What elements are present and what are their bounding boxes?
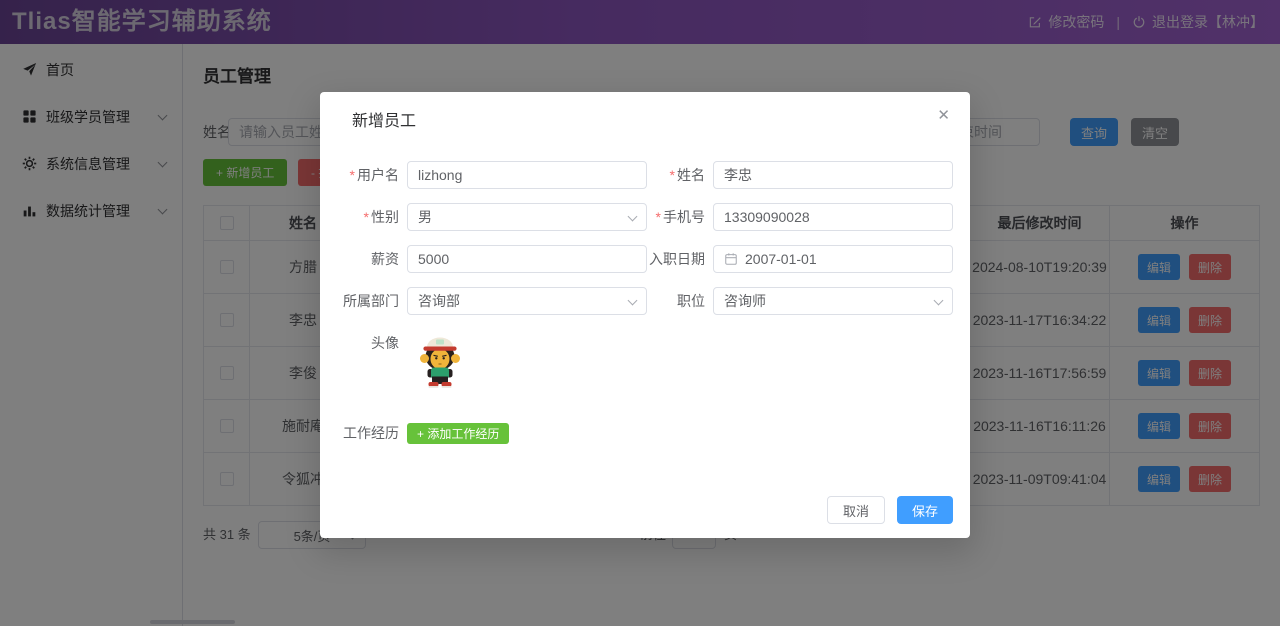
form-row: *用户名 *姓名 — [340, 161, 953, 189]
entry-date-picker[interactable]: 2007-01-01 — [713, 245, 953, 273]
avatar-image[interactable] — [417, 331, 463, 389]
gender-select[interactable]: 男 — [407, 203, 647, 231]
phone-label: *手机号 — [647, 203, 713, 231]
avatar-label: 头像 — [340, 333, 407, 353]
entry-date-label: 入职日期 — [647, 245, 713, 273]
dialog-title: 新增员工 — [352, 107, 416, 131]
position-label: 职位 — [647, 287, 713, 315]
department-select[interactable]: 咨询部 — [407, 287, 647, 315]
app: Tlias智能学习辅助系统 修改密码 | 退出登录【林冲】 首页 班级学员管理 … — [0, 0, 1280, 626]
gender-label: *性别 — [340, 203, 407, 231]
cancel-button[interactable]: 取消 — [827, 496, 885, 524]
work-exp-label: 工作经历 — [340, 423, 407, 443]
save-button[interactable]: 保存 — [897, 496, 953, 524]
calendar-icon — [724, 252, 738, 266]
form-row: 薪资 入职日期 2007-01-01 — [340, 245, 953, 273]
add-employee-dialog: 新增员工 ✕ *用户名 *姓名 *性别 男 *手机号 薪资 入职日期 2 — [320, 92, 970, 538]
position-select[interactable]: 咨询师 — [713, 287, 953, 315]
form-row: 所属部门 咨询部 职位 咨询师 — [340, 287, 953, 315]
name-label: *姓名 — [647, 161, 713, 189]
name-field[interactable] — [713, 161, 953, 189]
form-row: *性别 男 *手机号 — [340, 203, 953, 231]
dialog-footer: 取消 保存 — [827, 496, 953, 524]
close-icon[interactable]: ✕ — [937, 106, 950, 124]
entry-date-value: 2007-01-01 — [745, 251, 817, 267]
add-work-exp-button[interactable]: + 添加工作经历 — [407, 423, 509, 444]
salary-field[interactable] — [407, 245, 647, 273]
form-row: 工作经历 — [340, 423, 407, 443]
department-label: 所属部门 — [340, 287, 407, 315]
username-label: *用户名 — [340, 161, 407, 189]
salary-label: 薪资 — [340, 245, 407, 273]
form-row: 头像 — [340, 333, 407, 353]
phone-field[interactable] — [713, 203, 953, 231]
username-field[interactable] — [407, 161, 647, 189]
